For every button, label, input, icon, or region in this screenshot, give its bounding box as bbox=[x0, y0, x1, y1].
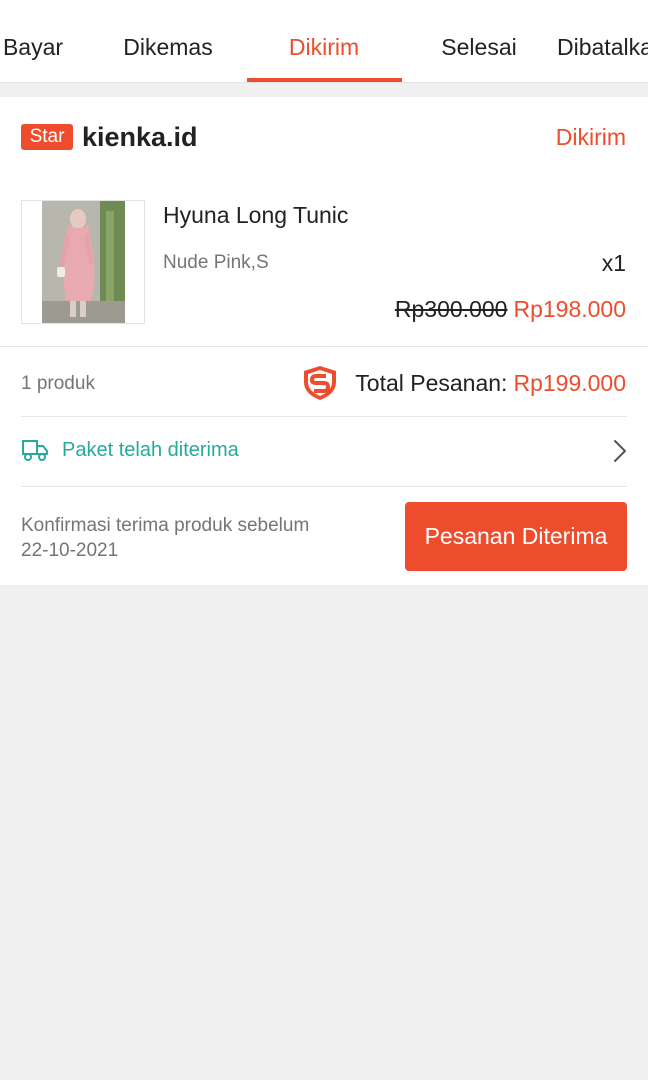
order-status-label: Dikirim bbox=[555, 124, 626, 150]
shopee-guarantee-shield-icon bbox=[304, 366, 337, 400]
shipping-status-text: Paket telah diterima bbox=[62, 439, 239, 461]
confirm-deadline-note: Konfirmasi terima produk sebelum 22-10-2… bbox=[21, 513, 381, 563]
divider bbox=[0, 346, 648, 347]
confirm-note-date: 22-10-2021 bbox=[21, 540, 119, 561]
product-thumbnail[interactable] bbox=[21, 200, 145, 324]
shop-name[interactable]: kienka.id bbox=[82, 120, 198, 154]
total-value: Rp199.000 bbox=[513, 369, 626, 396]
order-total: Total Pesanan: Rp199.000 bbox=[301, 365, 626, 401]
tab-selesai[interactable]: Selesai bbox=[401, 0, 557, 82]
truck-icon bbox=[22, 440, 48, 461]
price-row: Rp300.000 Rp198.000 bbox=[395, 295, 626, 323]
tab-dibatalkan[interactable]: Dibatalkan bbox=[557, 0, 648, 82]
original-price: Rp300.000 bbox=[394, 296, 508, 322]
product-variant: Nude Pink,S bbox=[163, 252, 269, 273]
product-count: 1 produk bbox=[21, 373, 95, 394]
tab-dikirim[interactable]: Dikirim bbox=[246, 0, 402, 82]
star-seller-badge: Star bbox=[21, 124, 73, 150]
order-status-tabs: Bayar Dikemas Dikirim Selesai Dibatalkan bbox=[0, 0, 648, 83]
confirm-note-line1: Konfirmasi terima produk sebelum bbox=[21, 515, 310, 536]
shipping-status-row[interactable]: Paket telah diterima bbox=[21, 433, 627, 469]
product-image bbox=[22, 201, 144, 323]
discounted-price: Rp198.000 bbox=[513, 296, 626, 322]
divider bbox=[21, 416, 627, 417]
product-quantity: x1 bbox=[601, 250, 626, 276]
order-received-button[interactable]: Pesanan Diterima bbox=[405, 502, 627, 571]
product-name[interactable]: Hyuna Long Tunic bbox=[163, 201, 348, 229]
order-card[interactable]: Star kienka.id Dikirim Hyuna Long Tunic … bbox=[0, 97, 648, 585]
total-label: Total Pesanan: bbox=[355, 369, 508, 396]
divider bbox=[21, 486, 627, 487]
chevron-right-icon bbox=[614, 440, 626, 462]
tab-dikemas[interactable]: Dikemas bbox=[90, 0, 246, 82]
active-tab-indicator bbox=[247, 78, 402, 82]
